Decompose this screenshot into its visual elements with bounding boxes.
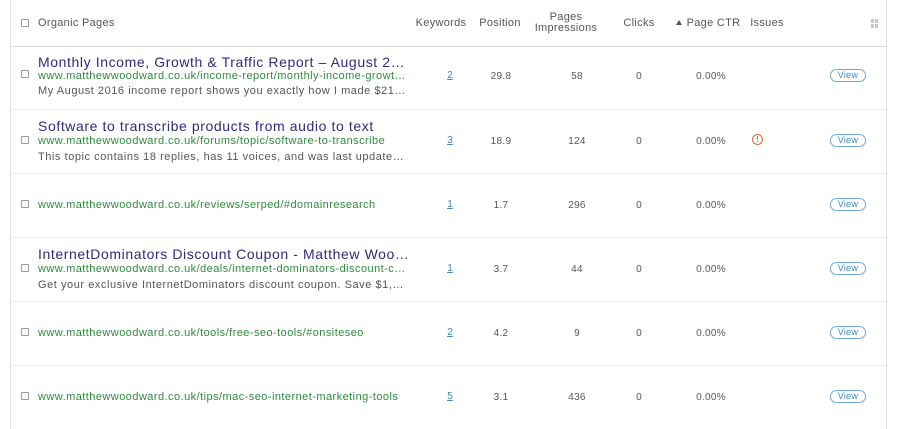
page-description: This topic contains 18 replies, has 11 v…: [38, 151, 408, 163]
header-pages-impressions[interactable]: Pages Impressions: [529, 0, 603, 46]
position-value: 3.1: [493, 392, 509, 403]
ctr-value: 0.00%: [696, 136, 726, 147]
header-page-ctr[interactable]: Page CTR: [671, 0, 745, 46]
select-all-checkbox[interactable]: [21, 19, 29, 27]
table-header: Organic Pages Keywords Position Pages Im…: [11, 0, 886, 47]
clicks-value: 0: [636, 71, 642, 82]
row-checkbox[interactable]: [21, 392, 29, 400]
keywords-link[interactable]: 2: [440, 327, 460, 338]
grid-icon[interactable]: [871, 19, 879, 28]
table-row: InternetDominators Discount Coupon - Mat…: [11, 238, 886, 302]
row-checkbox[interactable]: [21, 264, 29, 272]
table-row: Software to transcribe products from aud…: [11, 110, 886, 174]
page-url: www.matthewwoodward.co.uk/reviews/serped…: [38, 199, 376, 211]
keywords-link[interactable]: 5: [440, 391, 460, 402]
organic-pages-table: Organic Pages Keywords Position Pages Im…: [10, 0, 887, 429]
position-value: 18.9: [490, 136, 512, 147]
clicks-value: 0: [636, 200, 642, 211]
page-description: Get your exclusive InternetDominators di…: [38, 279, 408, 291]
header-keywords[interactable]: Keywords: [411, 0, 471, 46]
ctr-value: 0.00%: [696, 71, 726, 82]
header-impressions-label: Impressions: [534, 22, 598, 34]
clicks-value: 0: [636, 264, 642, 275]
position-value: 29.8: [490, 71, 512, 82]
clicks-value: 0: [636, 392, 642, 403]
impressions-value: 296: [568, 200, 586, 211]
view-button[interactable]: View: [830, 69, 866, 82]
row-checkbox[interactable]: [21, 70, 29, 78]
ctr-value: 0.00%: [696, 200, 726, 211]
table-row: Monthly Income, Growth & Traffic Report …: [11, 46, 886, 110]
page-url: www.matthewwoodward.co.uk/forums/topic/s…: [38, 135, 386, 147]
keywords-link[interactable]: 3: [440, 135, 460, 146]
position-value: 3.7: [493, 264, 509, 275]
header-issues[interactable]: Issues: [749, 0, 785, 46]
clicks-value: 0: [636, 328, 642, 339]
keywords-link[interactable]: 2: [440, 70, 460, 81]
keywords-link[interactable]: 1: [440, 199, 460, 210]
position-value: 4.2: [493, 328, 509, 339]
page-title-link[interactable]: InternetDominators Discount Coupon - Mat…: [38, 246, 410, 262]
view-button[interactable]: View: [830, 390, 866, 403]
page-title-link[interactable]: Monthly Income, Growth & Traffic Report …: [38, 54, 410, 70]
impressions-value: 436: [568, 392, 586, 403]
impressions-value: 44: [571, 264, 583, 275]
page-url: www.matthewwoodward.co.uk/income-report/…: [38, 70, 408, 82]
impressions-value: 9: [574, 328, 580, 339]
position-value: 1.7: [493, 200, 509, 211]
header-organic-pages[interactable]: Organic Pages: [38, 0, 115, 46]
header-position[interactable]: Position: [473, 0, 527, 46]
impressions-value: 124: [568, 136, 586, 147]
warning-icon[interactable]: !: [752, 134, 763, 145]
page-title-link[interactable]: Software to transcribe products from aud…: [38, 118, 410, 134]
table-row: www.matthewwoodward.co.uk/tips/mac-seo-i…: [11, 366, 886, 429]
sort-ascending-icon: [675, 19, 682, 25]
page-url: www.matthewwoodward.co.uk/tools/free-seo…: [38, 327, 364, 339]
view-button[interactable]: View: [830, 134, 866, 147]
view-button[interactable]: View: [830, 262, 866, 275]
view-button[interactable]: View: [830, 326, 866, 339]
ctr-value: 0.00%: [696, 264, 726, 275]
row-checkbox[interactable]: [21, 200, 29, 208]
table-row: www.matthewwoodward.co.uk/tools/free-seo…: [11, 302, 886, 366]
ctr-value: 0.00%: [696, 328, 726, 339]
view-button[interactable]: View: [830, 198, 866, 211]
keywords-link[interactable]: 1: [440, 263, 460, 274]
row-checkbox[interactable]: [21, 136, 29, 144]
header-clicks[interactable]: Clicks: [611, 0, 667, 46]
header-page-ctr-label: Page CTR: [686, 16, 741, 29]
page-url: www.matthewwoodward.co.uk/deals/internet…: [38, 263, 408, 275]
table-row: www.matthewwoodward.co.uk/reviews/serped…: [11, 174, 886, 238]
impressions-value: 58: [571, 71, 583, 82]
page-url: www.matthewwoodward.co.uk/tips/mac-seo-i…: [38, 391, 399, 403]
row-checkbox[interactable]: [21, 328, 29, 336]
ctr-value: 0.00%: [696, 392, 726, 403]
clicks-value: 0: [636, 136, 642, 147]
page-description: My August 2016 income report shows you e…: [38, 85, 408, 97]
